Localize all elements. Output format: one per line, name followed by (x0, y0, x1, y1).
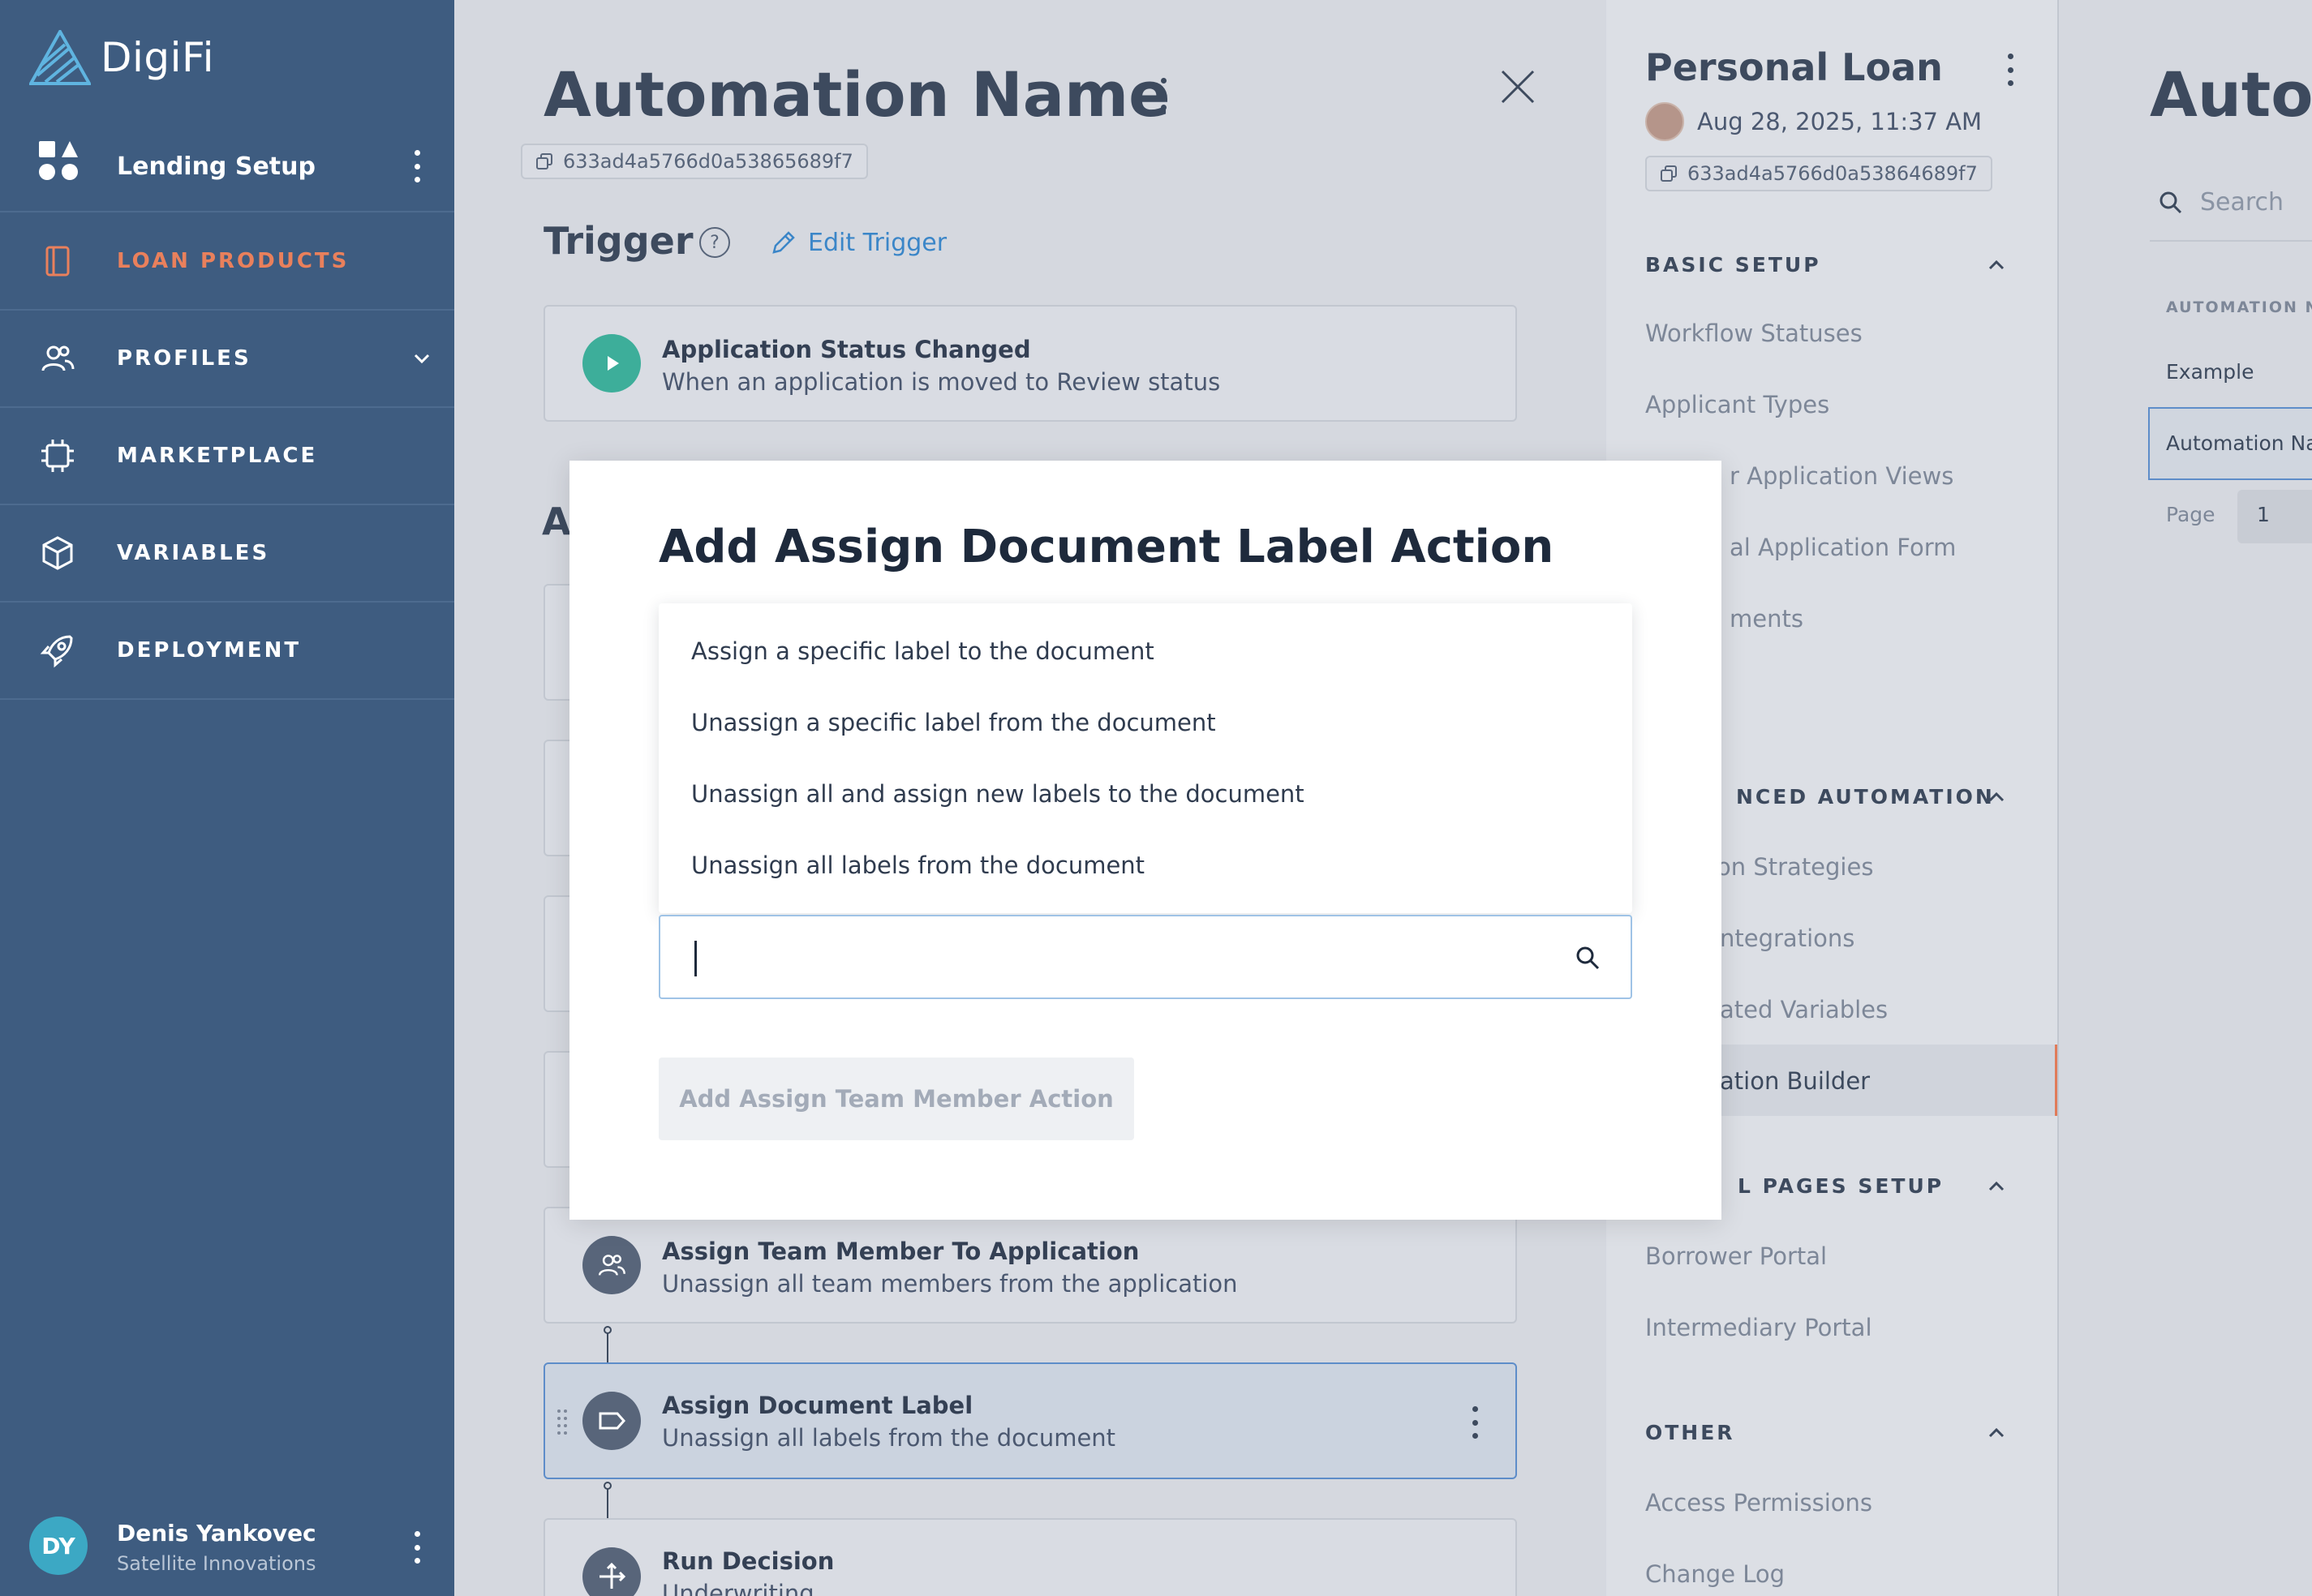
action-search-input[interactable] (659, 915, 1632, 999)
modal-title: Add Assign Document Label Action (659, 521, 1554, 573)
dropdown-option[interactable]: Assign a specific label to the document (691, 637, 1154, 665)
add-action-modal: Add Assign Document Label Action Assign … (569, 461, 1721, 1220)
action-options-dropdown: Assign a specific label to the document … (659, 603, 1632, 913)
dropdown-option[interactable]: Unassign all labels from the document (691, 852, 1145, 879)
search-icon[interactable] (1574, 944, 1601, 972)
dropdown-option[interactable]: Unassign all and assign new labels to th… (691, 780, 1304, 808)
text-caret (694, 941, 697, 976)
add-action-button[interactable]: Add Assign Team Member Action (659, 1058, 1134, 1140)
dropdown-option[interactable]: Unassign a specific label from the docum… (691, 709, 1216, 736)
